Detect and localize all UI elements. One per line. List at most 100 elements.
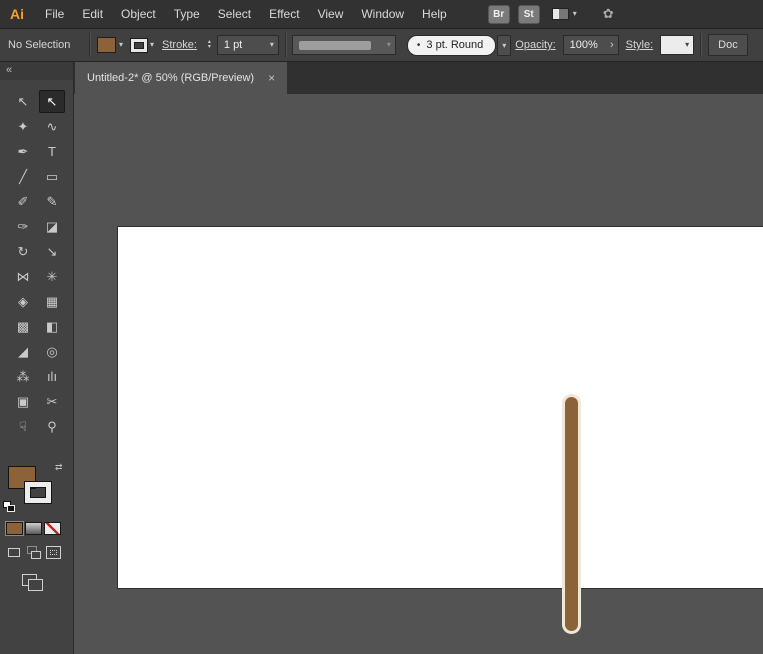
mesh-tool-icon: ▩ [17,320,29,333]
tools-grid: ↖ ↖ ✦∿✒T╱ ▭ ✐ ✎ ✑ ◪↻↘ ⋈ ✳◈▦ ▩ ◧ ◢ ◎ ⁂ ılı ▣ ✂☟ ⚲ [10,90,65,438]
appbar-buttons: Br St ▾ ✿ [480,5,614,24]
gradient-tool-icon: ◧ [46,320,58,333]
brush-dot-icon: • [417,40,421,51]
tool-lasso[interactable]: ∿ [39,115,65,138]
screen-mode-button[interactable] [22,572,46,592]
chevron-down-icon: ▾ [573,10,577,18]
tool-slice[interactable]: ✂ [39,390,65,413]
none-button[interactable] [44,522,61,535]
zoom-tool-icon: ⚲ [47,420,57,433]
tool-blob-brush[interactable]: ✑ [10,215,36,238]
symbol-sprayer-tool-icon: ⁂ [17,370,30,383]
tool-blend[interactable]: ◎ [39,340,65,363]
tool-paintbrush[interactable]: ✐ [10,190,36,213]
document-setup-button[interactable]: Doc [708,34,748,56]
tool-type[interactable]: T [39,140,65,163]
default-colors-icon[interactable] [3,501,15,512]
tool-width[interactable]: ⋈ [10,265,36,288]
tool-eyedropper[interactable]: ◢ [10,340,36,363]
swap-colors-icon[interactable]: ⇄ [55,462,63,473]
tool-free-transform[interactable]: ✳ [39,265,65,288]
tool-symbol-sprayer[interactable]: ⁂ [10,365,36,388]
stroke-weight-value: 1 pt [224,39,242,51]
draw-inside-button[interactable] [45,544,62,560]
opacity-dropdown[interactable]: 100% › [563,35,619,55]
tool-scale[interactable]: ↘ [39,240,65,263]
stroke-color-box[interactable] [25,482,51,503]
pencil-tool-icon: ✎ [47,195,58,208]
color-button[interactable] [6,522,23,535]
tool-rectangle[interactable]: ▭ [39,165,65,188]
stroke-color-control[interactable]: ▾ [131,39,154,52]
close-icon[interactable]: × [268,71,275,85]
panel-collapse-button[interactable]: « [0,62,73,80]
menu-edit[interactable]: Edit [73,0,112,28]
chevron-down-icon[interactable]: ▾ [119,41,123,49]
style-label[interactable]: Style: [626,39,654,51]
tool-column-graph[interactable]: ılı [39,365,65,388]
workspace-switcher[interactable]: ▾ [552,8,577,20]
cs-live-icon[interactable]: ✿ [603,6,614,22]
brush-chevron-button[interactable]: ▾ [497,35,511,56]
width-tool-icon: ⋈ [17,270,30,283]
rectangle-tool-icon: ▭ [46,170,58,183]
uniform-profile-icon [299,41,371,50]
chevron-down-icon: ▾ [387,41,391,49]
tool-pen[interactable]: ✒ [10,140,36,163]
menu-object[interactable]: Object [112,0,165,28]
tool-magic-wand[interactable]: ✦ [10,115,36,138]
menu-view[interactable]: View [309,0,353,28]
menu-help[interactable]: Help [413,0,456,28]
stock-button[interactable]: St [518,5,540,24]
menu-select[interactable]: Select [209,0,260,28]
stepper-down-icon[interactable]: ▾ [208,45,211,50]
tool-hand[interactable]: ☟ [10,415,36,438]
opacity-label[interactable]: Opacity: [515,39,555,51]
tool-pencil[interactable]: ✎ [39,190,65,213]
draw-normal-button[interactable] [5,544,22,560]
tool-shape-builder[interactable]: ◈ [10,290,36,313]
control-bar: No Selection ▾ ▾ Stroke: ▴ ▾ 1 pt ▾ ▾ • … [0,28,763,62]
tool-direct-selection[interactable]: ↖ [39,90,65,113]
gradient-button[interactable] [25,522,42,535]
document-tab[interactable]: Untitled-2* @ 50% (RGB/Preview) × [75,62,287,94]
blob-brush-tool-icon: ✑ [18,220,29,233]
tool-perspective-grid[interactable]: ▦ [39,290,65,313]
app-logo: Ai [0,6,36,22]
tool-line-segment[interactable]: ╱ [10,165,36,188]
chevron-down-icon[interactable]: ▾ [150,41,154,49]
stroke-weight-stepper[interactable]: ▴ ▾ [205,40,214,50]
bridge-button[interactable]: Br [488,5,510,24]
selection-status: No Selection [0,39,86,51]
stroke-swatch[interactable] [131,39,147,52]
stroke-weight-dropdown[interactable]: 1 pt ▾ [217,35,279,55]
tools-panel: « ↖ ↖ ✦∿✒T╱ ▭ ✐ ✎ ✑ ◪↻↘ ⋈ ✳◈▦ ▩ ◧ ◢ ◎ ⁂ ılı ▣ ✂☟ ⚲ ⇄ [0,62,74,654]
menu-effect[interactable]: Effect [260,0,308,28]
tool-rotate[interactable]: ↻ [10,240,36,263]
fill-color-control[interactable]: ▾ [97,37,123,53]
fill-swatch[interactable] [97,37,116,53]
brush-definition-dropdown[interactable]: • 3 pt. Round [407,35,496,56]
blend-tool-icon: ◎ [46,345,57,358]
screen-mode-icon [28,579,43,591]
brush-stroke[interactable] [565,397,578,631]
draw-behind-button[interactable] [25,544,42,560]
tool-artboard[interactable]: ▣ [10,390,36,413]
tool-eraser[interactable]: ◪ [39,215,65,238]
stroke-label[interactable]: Stroke: [162,39,197,51]
drawing-mode-buttons [5,544,62,560]
artboard-tool-icon: ▣ [17,395,29,408]
menubar-items: FileEditObjectTypeSelectEffectViewWindow… [36,0,456,28]
menu-file[interactable]: File [36,0,73,28]
tool-selection[interactable]: ↖ [10,90,36,113]
tool-gradient[interactable]: ◧ [39,315,65,338]
style-dropdown[interactable]: ▾ [660,35,694,55]
divider [285,33,286,57]
canvas-area[interactable] [74,94,763,654]
tool-mesh[interactable]: ▩ [10,315,36,338]
tool-zoom[interactable]: ⚲ [39,415,65,438]
direct-selection-tool-icon: ↖ [47,95,58,108]
selection-tool-icon: ↖ [18,95,29,108]
menu-type[interactable]: Type [165,0,209,28]
menu-window[interactable]: Window [352,0,413,28]
